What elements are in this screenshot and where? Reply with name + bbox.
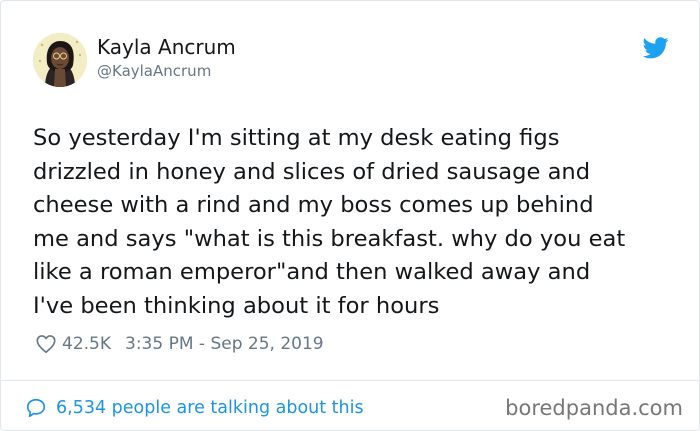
watermark: boredpanda.com xyxy=(505,396,683,420)
avatar[interactable] xyxy=(33,33,87,87)
speech-bubble-icon xyxy=(26,398,46,418)
tweet-header: Kayla Ancrum @KaylaAncrum xyxy=(33,33,673,89)
tweet-meta: 42.5K 3:35 PM - Sep 25, 2019 xyxy=(35,332,324,356)
twitter-bird-icon[interactable] xyxy=(643,37,669,59)
tweet-card: Kayla Ancrum @KaylaAncrum So yesterday I… xyxy=(0,0,700,431)
like-count[interactable]: 42.5K xyxy=(62,334,111,354)
display-name[interactable]: Kayla Ancrum xyxy=(97,35,236,59)
divider xyxy=(1,380,699,381)
conversation-text[interactable]: 6,534 people are talking about this xyxy=(56,398,364,418)
tweet-text: So yesterday I'm sitting at my desk eati… xyxy=(33,125,626,319)
heart-icon[interactable] xyxy=(35,333,57,355)
tweet-timestamp[interactable]: 3:35 PM - Sep 25, 2019 xyxy=(125,334,324,354)
conversation-link[interactable]: 6,534 people are talking about this xyxy=(25,394,364,422)
user-handle[interactable]: @KaylaAncrum xyxy=(97,61,211,81)
